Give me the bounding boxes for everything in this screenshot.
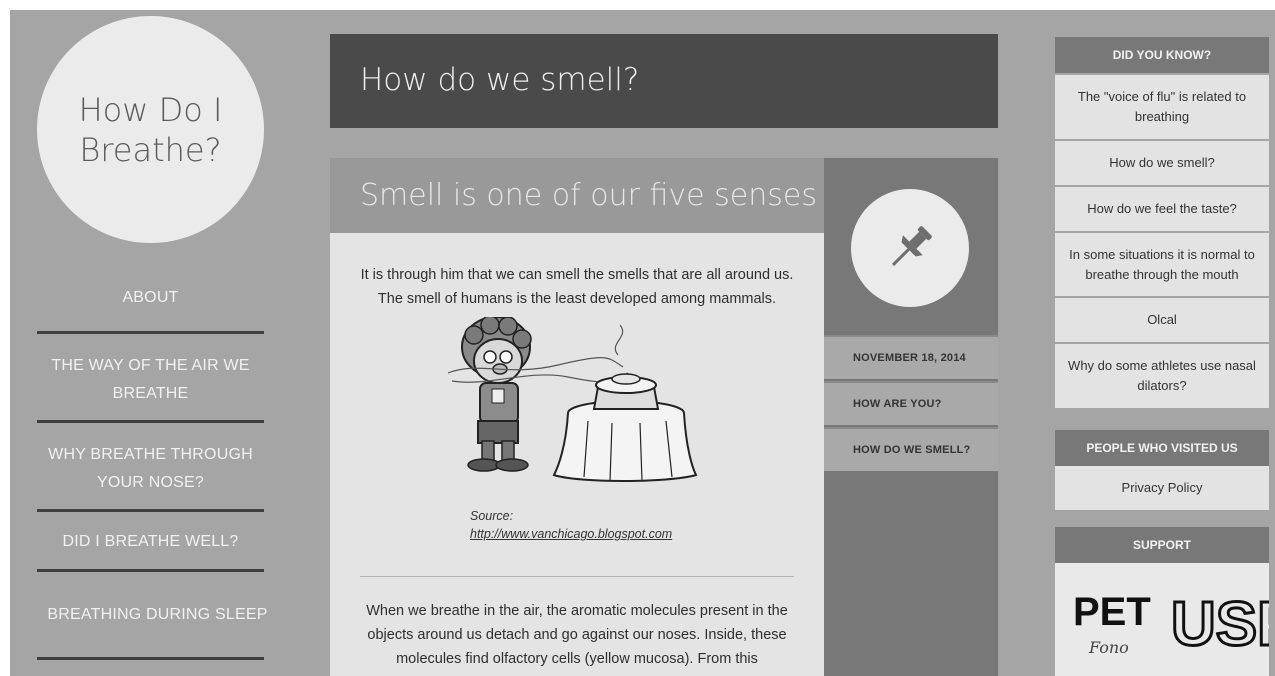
widget-title-did-you-know: DID YOU KNOW?: [1055, 37, 1269, 73]
sponsor-logos: PET Fono USP: [1073, 589, 1275, 661]
pet-fono-logo: PET Fono: [1073, 590, 1151, 657]
image-source: Source: http://www.vanchicago.blogspot.c…: [470, 507, 672, 543]
nav-divider: [37, 657, 264, 660]
next-post-link[interactable]: HOW DO WE SMELL?: [824, 427, 998, 471]
nav-divider: [37, 509, 264, 512]
post-heading: Smell is one of our five senses: [360, 178, 817, 213]
nav-item-about[interactable]: ABOUT: [37, 284, 264, 312]
pushpin-icon: [851, 189, 969, 307]
nav-item-sleep[interactable]: BREATHING DURING SLEEP: [44, 601, 271, 629]
nav-divider: [37, 331, 264, 334]
nav-item-way-of-air[interactable]: THE WAY OF THE AIR WE BREATHE: [37, 352, 264, 408]
nav-divider: [37, 420, 264, 423]
support-logos: PET Fono USP: [1055, 563, 1275, 676]
widget-title-visitors: PEOPLE WHO VISITED US: [1055, 430, 1269, 466]
svg-text:USP: USP: [1171, 590, 1269, 659]
prev-post-link[interactable]: HOW ARE YOU?: [824, 381, 998, 425]
widget-title-support: SUPPORT: [1055, 527, 1269, 563]
post-intro: It is through him that we can smell the …: [360, 267, 794, 307]
did-you-know-link[interactable]: How do we smell?: [1055, 141, 1269, 185]
privacy-policy-link[interactable]: Privacy Policy: [1055, 466, 1269, 510]
usp-logo: USP: [1170, 589, 1275, 661]
site-title: How Do I Breathe?: [78, 90, 223, 169]
page-title: How do we smell?: [360, 62, 640, 98]
did-you-know-link[interactable]: The "voice of flu" is related to breathi…: [1055, 75, 1269, 139]
cartoon-illustration: [448, 317, 698, 482]
post-date: NOVEMBER 18, 2014: [824, 335, 998, 379]
page-title-bar: How do we smell?: [330, 34, 998, 128]
post-body-text: When we breathe in the air, the aromatic…: [366, 603, 788, 667]
nav-divider: [37, 569, 264, 572]
content-divider: [360, 576, 794, 577]
did-you-know-link[interactable]: In some situations it is normal to breat…: [1055, 233, 1269, 296]
svg-text:PET: PET: [1073, 590, 1151, 634]
did-you-know-link[interactable]: Why do some athletes use nasal dilators?: [1055, 344, 1269, 408]
did-you-know-link[interactable]: How do we feel the taste?: [1055, 187, 1269, 231]
nav-item-did-i-breathe[interactable]: DID I BREATHE WELL?: [37, 528, 264, 556]
source-link[interactable]: http://www.vanchicago.blogspot.com: [470, 527, 672, 541]
did-you-know-link[interactable]: Olcal: [1055, 298, 1269, 342]
post-content: It is through him that we can smell the …: [330, 233, 824, 676]
nav-item-why-nose[interactable]: WHY BREATHE THROUGH YOUR NOSE?: [37, 441, 264, 497]
page-frame: How Do I Breathe? ABOUT THE WAY OF THE A…: [10, 10, 1275, 676]
svg-text:Fono: Fono: [1088, 638, 1129, 657]
source-label: Source:: [470, 509, 514, 523]
post-header: Smell is one of our five senses: [330, 158, 824, 233]
post-meta-column: NOVEMBER 18, 2014 HOW ARE YOU? HOW DO WE…: [824, 158, 998, 676]
site-logo[interactable]: How Do I Breathe?: [37, 16, 264, 243]
